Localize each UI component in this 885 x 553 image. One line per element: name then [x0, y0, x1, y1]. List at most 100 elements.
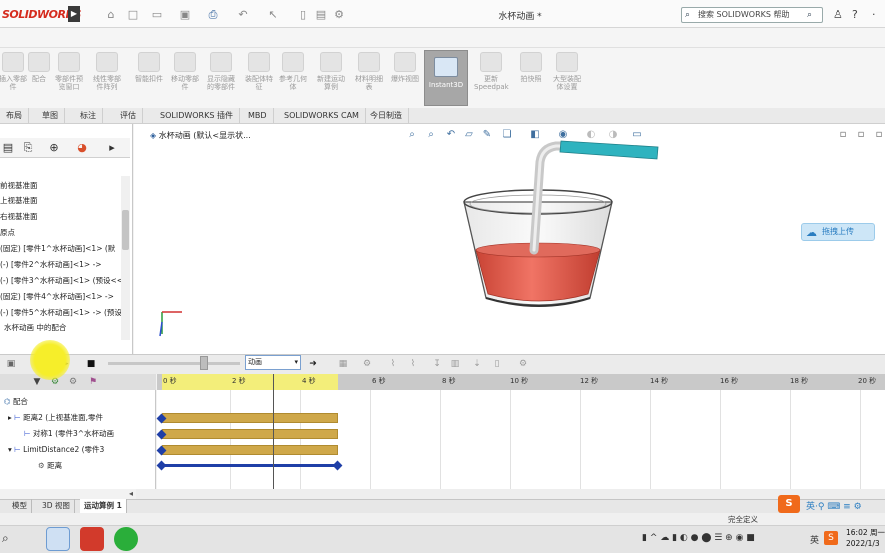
- ribbon-preview-button[interactable]: 零部件预览窗口: [52, 52, 86, 104]
- ribbon-large-assembly-button[interactable]: 大型装配体设置: [550, 52, 584, 104]
- ribbon-new-motion-study-button[interactable]: 新建运动算例: [314, 52, 348, 104]
- motor-icon[interactable]: ⚙: [360, 357, 374, 371]
- tab-3d-view[interactable]: 3D 视图: [38, 499, 75, 513]
- taskbar-search-icon[interactable]: ⌕: [2, 531, 9, 546]
- taskbar-app-icon[interactable]: [46, 527, 70, 551]
- ribbon-smart-fastener-button[interactable]: 智能扣件: [132, 52, 166, 104]
- contact-icon[interactable]: ▥: [448, 357, 462, 371]
- file-properties-icon[interactable]: ▤: [314, 8, 328, 21]
- tree-item[interactable]: 前视基准面: [0, 179, 122, 193]
- select-arrow-icon[interactable]: ↖: [266, 8, 280, 21]
- tab-addins[interactable]: SOLIDWORKS 插件: [154, 108, 240, 124]
- pin-icon[interactable]: ·: [872, 8, 876, 21]
- ribbon-mate-button[interactable]: 配合: [22, 52, 56, 104]
- timeline-bar-distance2[interactable]: [162, 413, 338, 423]
- menu-expand-icon[interactable]: ▶: [68, 6, 80, 22]
- motion-item-symmetric1[interactable]: ⊢ 对称1 (零件3^水杯动画: [24, 427, 114, 441]
- ribbon-bom-button[interactable]: 材料明细表: [352, 52, 386, 104]
- timeline-scrollbar[interactable]: [136, 489, 885, 499]
- motion-item-distance2[interactable]: ▸ ⊢ 距离2 (上视基准面,零件: [8, 411, 103, 425]
- motion-item-distance[interactable]: ⚙ 距离: [38, 459, 62, 473]
- appearance-icon[interactable]: ◕: [74, 140, 90, 156]
- autokey-icon[interactable]: ▦: [336, 357, 350, 371]
- filter-selected-icon[interactable]: ⚙: [66, 375, 80, 389]
- timeline-bar-symmetric1[interactable]: [162, 429, 338, 439]
- open-folder-icon[interactable]: ▭: [150, 8, 164, 21]
- help-icon[interactable]: ?: [852, 8, 858, 21]
- upload-button[interactable]: ☁ 拖拽上传: [801, 223, 875, 241]
- tray-icons[interactable]: ▮ ^ ☁ ▮ ◐ ● ⬤ ☰ ⊕ ◉ ■: [642, 533, 755, 543]
- tree-item[interactable]: 上视基准面: [0, 194, 122, 208]
- filter-results-icon[interactable]: ⚑: [86, 375, 100, 389]
- configuration-icon[interactable]: ⊕: [46, 140, 62, 156]
- ribbon-show-hidden-button[interactable]: 显示隐藏的零部件: [204, 52, 238, 104]
- zoom-area-icon[interactable]: ⌕: [424, 128, 438, 142]
- tree-item[interactable]: 右视基准面: [0, 210, 122, 224]
- stop-icon[interactable]: ■: [84, 357, 98, 371]
- timeline-bar-limitdistance2[interactable]: [162, 445, 338, 455]
- user-icon[interactable]: ♙: [833, 8, 843, 21]
- taskbar-wechat-icon[interactable]: [114, 527, 138, 551]
- playback-speed-slider[interactable]: [200, 356, 208, 370]
- tree-item[interactable]: 原点: [0, 226, 122, 240]
- panel-more-icon[interactable]: ▸: [104, 140, 120, 156]
- close-window-icon[interactable]: ▫: [872, 128, 885, 142]
- tree-scrollbar[interactable]: [121, 176, 130, 340]
- ribbon-pattern-button[interactable]: 线性零部件阵列: [90, 52, 124, 104]
- ribbon-move-component-button[interactable]: 移动零部件: [168, 52, 202, 104]
- tab-model[interactable]: 模型: [8, 499, 32, 513]
- ribbon-snapshot-button[interactable]: 拍快照: [514, 52, 548, 104]
- tray-lang[interactable]: 英: [810, 533, 819, 546]
- study-properties-icon[interactable]: ⚙: [516, 357, 530, 371]
- help-search-input[interactable]: ⌕ 搜索 SOLIDWORKS 帮助 ⌕: [681, 7, 823, 23]
- tree-item-mates[interactable]: 水杯动画 中的配合: [0, 321, 122, 335]
- ime-lang-icon[interactable]: 英·⚲ ⌨ ≡ ⚙: [806, 499, 862, 512]
- motion-item-mates[interactable]: ⌬ 配合: [4, 395, 28, 409]
- tab-motion-study-1[interactable]: 运动算例 1: [80, 499, 127, 513]
- zoom-fit-icon[interactable]: ⌕: [405, 128, 419, 142]
- motion-item-limitdistance2[interactable]: ▾ ⊢ LimitDistance2 (零件3: [8, 443, 104, 457]
- next-arrow-icon[interactable]: ➜: [306, 357, 320, 371]
- results-icon[interactable]: ▯: [490, 357, 504, 371]
- instant3d-button[interactable]: Instant3D: [424, 50, 468, 106]
- tree-item[interactable]: (-) [零件3^水杯动画]<1> (预设<<预: [0, 274, 122, 288]
- property-manager-icon[interactable]: ⎘: [20, 140, 36, 156]
- ribbon-explode-button[interactable]: 爆炸视图: [388, 52, 422, 104]
- taskbar-solidworks-icon[interactable]: [80, 527, 104, 551]
- tab-cam[interactable]: SOLIDWORKS CAM: [278, 108, 366, 124]
- ribbon-assembly-feature-button[interactable]: 装配体特征: [242, 52, 276, 104]
- tree-item[interactable]: (固定) [零件4^水杯动画]<1> ->: [0, 290, 122, 304]
- search-go-icon[interactable]: ⌕: [807, 8, 812, 22]
- calculate-icon[interactable]: ▣: [4, 357, 18, 371]
- print-icon[interactable]: ⎙: [206, 8, 220, 21]
- tree-item[interactable]: (-) [零件2^水杯动画]<1> ->: [0, 258, 122, 272]
- tab-sketch[interactable]: 草图: [36, 108, 65, 124]
- home-icon[interactable]: ⌂: [104, 8, 118, 21]
- gravity-icon[interactable]: ⇣: [470, 357, 484, 371]
- tree-item[interactable]: (-) [零件5^水杯动画]<1> -> (预设<: [0, 306, 122, 320]
- force-icon[interactable]: ↧: [430, 357, 444, 371]
- time-cursor[interactable]: [273, 374, 274, 489]
- timeline-bar-distance[interactable]: [162, 464, 338, 467]
- app-logo[interactable]: SOLIDWORKS: [0, 6, 81, 24]
- cup-model-3d[interactable]: [440, 138, 670, 310]
- damper-icon[interactable]: ⌇: [406, 357, 420, 371]
- tray-s-icon[interactable]: S: [824, 531, 838, 545]
- restore-window-icon[interactable]: ▫: [836, 128, 850, 142]
- spring-icon[interactable]: ⌇: [386, 357, 400, 371]
- clock-time[interactable]: 16:02 周一: [846, 527, 885, 538]
- clock-date[interactable]: 2022/1/3: [846, 539, 880, 548]
- scroll-left-icon[interactable]: ◂: [129, 489, 133, 498]
- rebuild-icon[interactable]: ▯: [296, 8, 310, 21]
- ribbon-speedpak-button[interactable]: 更新Speedpak: [474, 52, 509, 104]
- ime-s-icon[interactable]: S: [778, 495, 800, 513]
- undo-icon[interactable]: ↶: [236, 8, 250, 21]
- save-icon[interactable]: ▣: [178, 8, 192, 21]
- options-gear-icon[interactable]: ⚙: [332, 8, 346, 21]
- tree-item[interactable]: (固定) [零件1^水杯动画]<1> (默: [0, 242, 122, 256]
- tree-scroll-thumb[interactable]: [122, 210, 129, 250]
- study-type-select[interactable]: 动画 ▾: [245, 355, 301, 370]
- tab-today[interactable]: 今日制造: [364, 108, 409, 124]
- graphics-doc-label[interactable]: ◈ 水杯动画 (默认<显示状...: [150, 130, 251, 141]
- tab-markup[interactable]: 标注: [74, 108, 103, 124]
